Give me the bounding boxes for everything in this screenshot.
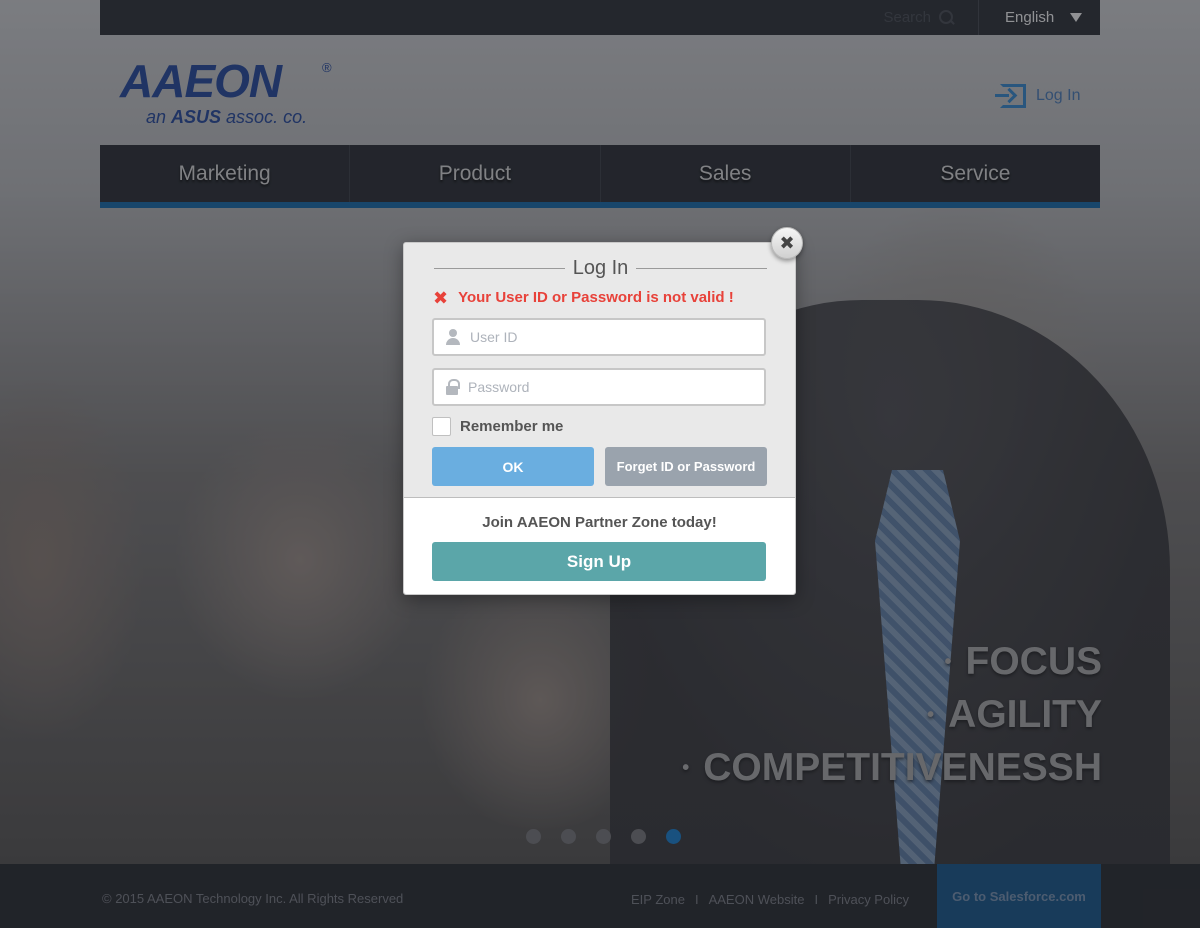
title-divider-left: [434, 267, 565, 269]
password-field[interactable]: [432, 368, 766, 406]
lock-icon: [446, 379, 460, 395]
modal-title-row: Log In: [434, 256, 768, 279]
login-modal: Log In ✖ Your User ID or Password is not…: [403, 242, 796, 595]
sign-up-button[interactable]: Sign Up: [432, 542, 766, 581]
user-id-input[interactable]: [470, 329, 730, 345]
error-text: Your User ID or Password is not valid !: [458, 289, 734, 306]
password-input[interactable]: [468, 379, 728, 395]
modal-title: Log In: [572, 256, 629, 279]
join-partner-zone-text: Join AAEON Partner Zone today!: [482, 514, 717, 531]
ok-button[interactable]: OK: [432, 447, 594, 486]
user-id-field[interactable]: [432, 318, 766, 356]
modal-signup-section: Join AAEON Partner Zone today! Sign Up: [404, 498, 795, 594]
remember-me-label[interactable]: Remember me: [460, 418, 563, 435]
user-icon: [446, 329, 460, 345]
title-divider-right: [636, 267, 768, 269]
remember-me-checkbox[interactable]: [432, 417, 451, 436]
close-icon: ✖: [779, 233, 795, 253]
login-error-message: ✖ Your User ID or Password is not valid …: [433, 287, 734, 308]
forget-id-password-button[interactable]: Forget ID or Password: [605, 447, 767, 486]
remember-me-row[interactable]: Remember me: [432, 417, 563, 436]
modal-close-button[interactable]: ✖: [771, 227, 803, 259]
error-x-icon: ✖: [433, 287, 449, 308]
